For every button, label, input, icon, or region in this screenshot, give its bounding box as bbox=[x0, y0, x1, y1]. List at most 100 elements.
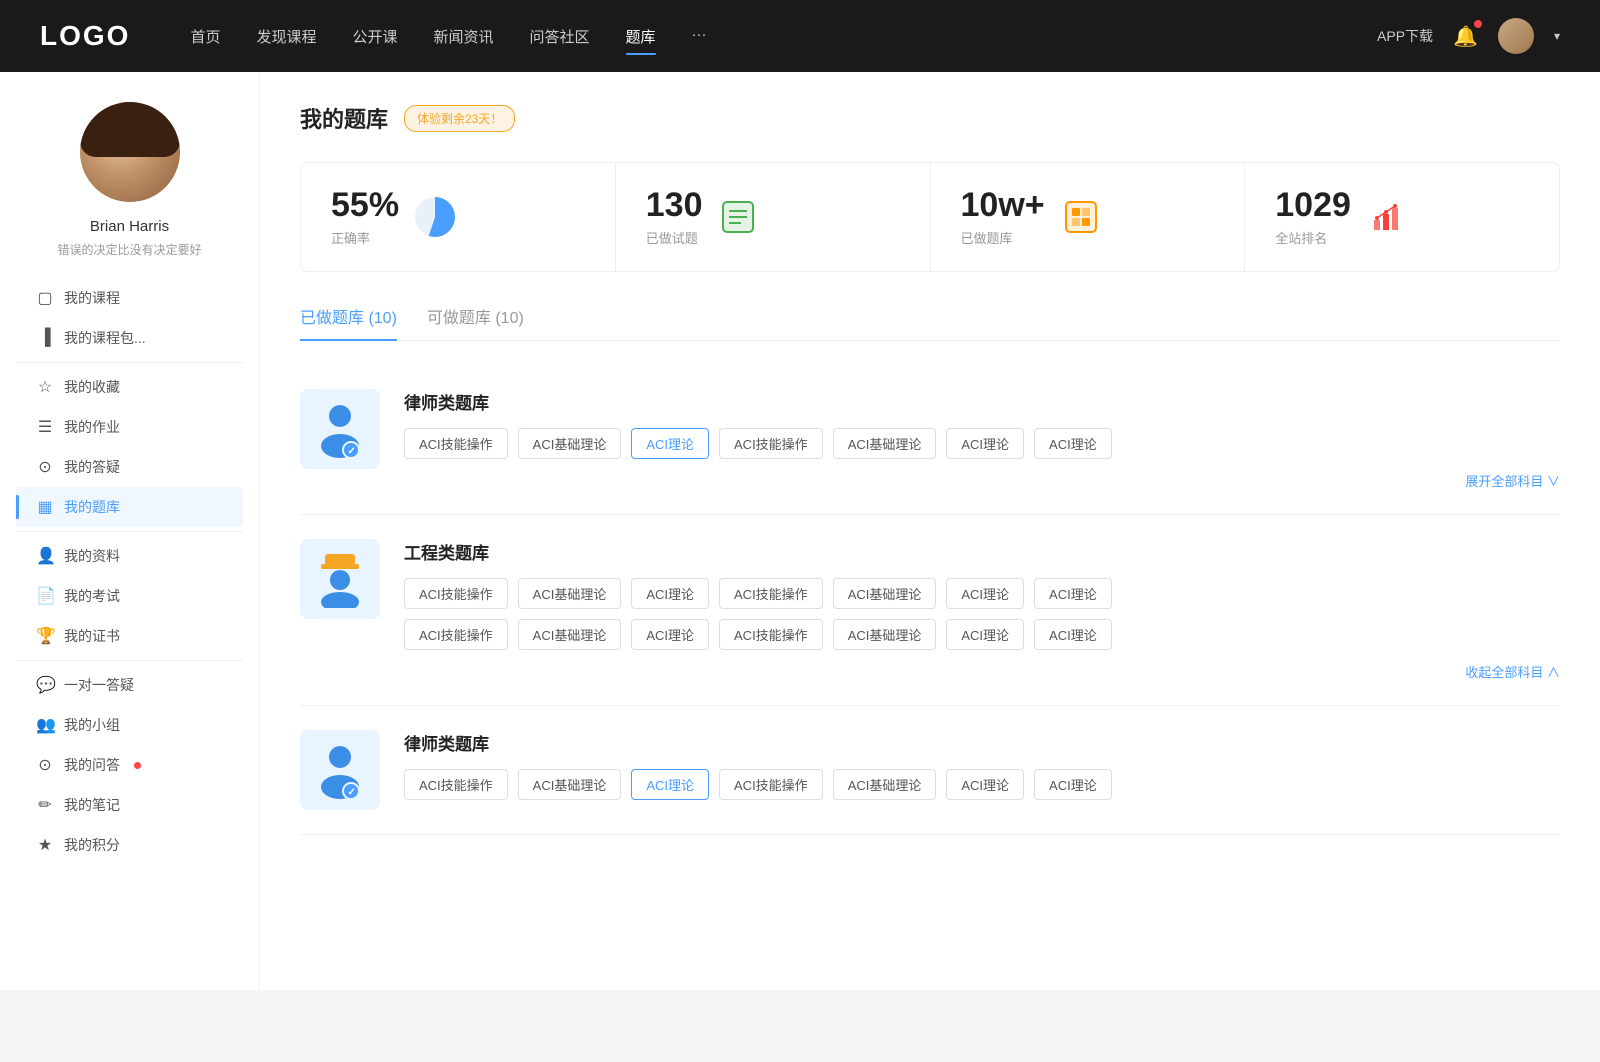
expand-link-lawyer-1[interactable]: 展开全部科目 ∨ bbox=[404, 471, 1560, 490]
nav-question-bank[interactable]: 题库 bbox=[626, 22, 656, 51]
bank-tag[interactable]: ACI基础理论 bbox=[518, 578, 622, 609]
nav-avatar[interactable] bbox=[1498, 18, 1534, 54]
sidebar-item-exam[interactable]: 📄 我的考试 bbox=[16, 576, 243, 616]
ranking-label: 全站排名 bbox=[1275, 228, 1351, 247]
bell-icon: 🔔 bbox=[1453, 26, 1478, 48]
sidebar-item-label: 我的答疑 bbox=[64, 457, 120, 477]
bank-tag[interactable]: ACI理论 bbox=[1034, 428, 1112, 459]
bank-tag[interactable]: ACI技能操作 bbox=[719, 428, 823, 459]
bank-info-engineer: 工程类题库 ACI技能操作 ACI基础理论 ACI理论 ACI技能操作 ACI基… bbox=[404, 539, 1560, 681]
bank-tags-lawyer-2: ACI技能操作 ACI基础理论 ACI理论 ACI技能操作 ACI基础理论 AC… bbox=[404, 769, 1560, 800]
nav-news[interactable]: 新闻资讯 bbox=[434, 22, 494, 51]
bank-tag[interactable]: ACI技能操作 bbox=[404, 428, 508, 459]
my-course-icon: ▢ bbox=[36, 288, 54, 308]
bank-tag[interactable]: ACI基础理论 bbox=[518, 428, 622, 459]
svg-text:✓: ✓ bbox=[348, 446, 356, 457]
bank-tag[interactable]: ACI理论 bbox=[946, 578, 1024, 609]
lawyer-person-icon: ✓ bbox=[313, 400, 367, 458]
bank-tag[interactable]: ACI理论 bbox=[631, 578, 709, 609]
nav-dropdown-arrow-icon[interactable]: ▾ bbox=[1554, 29, 1560, 43]
bank-tag[interactable]: ACI理论 bbox=[1034, 769, 1112, 800]
nav-discover[interactable]: 发现课程 bbox=[256, 22, 316, 51]
bank-tag[interactable]: ACI理论 bbox=[946, 769, 1024, 800]
sidebar-item-label: 一对一答疑 bbox=[64, 675, 134, 695]
trial-badge: 体验剩余23天！ bbox=[404, 105, 515, 132]
done-questions-label: 已做试题 bbox=[646, 228, 703, 247]
bank-tag[interactable]: ACI技能操作 bbox=[404, 769, 508, 800]
sidebar-item-certificate[interactable]: 🏆 我的证书 bbox=[16, 616, 243, 656]
bank-tag[interactable]: ACI理论 bbox=[1034, 619, 1112, 650]
group-icon: 👥 bbox=[36, 715, 54, 735]
sidebar-item-notes[interactable]: ✏ 我的笔记 bbox=[16, 785, 243, 825]
bank-tag[interactable]: ACI理论 bbox=[946, 428, 1024, 459]
exam-icon: 📄 bbox=[36, 586, 54, 606]
collapse-link-engineer[interactable]: 收起全部科目 ∧ bbox=[404, 662, 1560, 681]
stat-done-questions: 130 已做试题 bbox=[616, 163, 931, 271]
accuracy-label: 正确率 bbox=[331, 228, 399, 247]
bank-tag[interactable]: ACI基础理论 bbox=[833, 769, 937, 800]
bell-button[interactable]: 🔔 bbox=[1453, 24, 1478, 49]
page-header: 我的题库 体验剩余23天！ bbox=[300, 102, 1560, 134]
sidebar-item-profile[interactable]: 👤 我的资料 bbox=[16, 536, 243, 576]
bank-tag[interactable]: ACI基础理论 bbox=[833, 578, 937, 609]
page-layout: Brian Harris 错误的决定比没有决定要好 ▢ 我的课程 ▐ 我的课程包… bbox=[0, 72, 1600, 990]
bank-tag[interactable]: ACI技能操作 bbox=[404, 578, 508, 609]
bank-tag[interactable]: ACI基础理论 bbox=[833, 619, 937, 650]
tab-done-banks[interactable]: 已做题库 (10) bbox=[300, 304, 397, 340]
nav-open-course[interactable]: 公开课 bbox=[352, 22, 397, 51]
sidebar-menu: ▢ 我的课程 ▐ 我的课程包... ☆ 我的收藏 ☰ 我的作业 ⊙ 我的答疑 ▦ bbox=[0, 278, 259, 865]
sidebar-item-question-bank[interactable]: ▦ 我的题库 bbox=[16, 487, 243, 527]
bank-tag[interactable]: ACI理论 bbox=[1034, 578, 1112, 609]
sidebar-item-answer[interactable]: ⊙ 我的答疑 bbox=[16, 447, 243, 487]
sidebar-item-my-qa[interactable]: ⊙ 我的问答 bbox=[16, 745, 243, 785]
bank-tag[interactable]: ACI基础理论 bbox=[518, 769, 622, 800]
bank-item-lawyer-2: ✓ 律师类题库 ACI技能操作 ACI基础理论 ACI理论 ACI技能操作 AC… bbox=[300, 706, 1560, 835]
tab-available-banks[interactable]: 可做题库 (10) bbox=[427, 304, 524, 340]
bank-tag[interactable]: ACI理论 bbox=[946, 619, 1024, 650]
lawyer-icon-wrap-2: ✓ bbox=[300, 730, 380, 810]
sidebar-item-collection[interactable]: ☆ 我的收藏 bbox=[16, 367, 243, 407]
stats-row: 55% 正确率 130 已做试题 bbox=[300, 162, 1560, 272]
chat-icon: 💬 bbox=[36, 675, 54, 695]
bank-tag[interactable]: ACI基础理论 bbox=[518, 619, 622, 650]
qa-notification-badge bbox=[134, 762, 141, 769]
sidebar-item-label: 我的作业 bbox=[64, 417, 120, 437]
page-title: 我的题库 bbox=[300, 102, 388, 134]
stat-done-banks: 10w+ 已做题库 bbox=[931, 163, 1246, 271]
lawyer-icon-wrap: ✓ bbox=[300, 389, 380, 469]
bank-tag[interactable]: ACI基础理论 bbox=[833, 428, 937, 459]
bank-item-lawyer-1: ✓ 律师类题库 ACI技能操作 ACI基础理论 ACI理论 ACI技能操作 AC… bbox=[300, 365, 1560, 515]
engineer-icon-wrap bbox=[300, 539, 380, 619]
lawyer-person-icon-2: ✓ bbox=[313, 741, 367, 799]
logo[interactable]: LOGO bbox=[40, 20, 130, 52]
qa-icon: ⊙ bbox=[36, 755, 54, 775]
sidebar-item-1v1[interactable]: 💬 一对一答疑 bbox=[16, 665, 243, 705]
bank-tag[interactable]: ACI理论 bbox=[631, 619, 709, 650]
nav-more[interactable]: ··· bbox=[692, 22, 707, 51]
bank-tag-active[interactable]: ACI理论 bbox=[631, 769, 709, 800]
sidebar-item-label: 我的课程 bbox=[64, 288, 120, 308]
ranking-chart-icon bbox=[1367, 197, 1407, 237]
app-download-link[interactable]: APP下载 bbox=[1377, 26, 1433, 46]
sidebar-item-label: 我的小组 bbox=[64, 715, 120, 735]
bank-tag[interactable]: ACI技能操作 bbox=[719, 578, 823, 609]
sidebar-item-group[interactable]: 👥 我的小组 bbox=[16, 705, 243, 745]
question-icon: ⊙ bbox=[36, 457, 54, 477]
bank-tag[interactable]: ACI技能操作 bbox=[719, 769, 823, 800]
sidebar-item-label: 我的题库 bbox=[64, 497, 120, 517]
sidebar-item-points[interactable]: ★ 我的积分 bbox=[16, 825, 243, 865]
sidebar-item-my-course[interactable]: ▢ 我的课程 bbox=[16, 278, 243, 318]
sidebar-item-course-package[interactable]: ▐ 我的课程包... bbox=[16, 318, 243, 358]
nav-home[interactable]: 首页 bbox=[190, 22, 220, 51]
nav-qa[interactable]: 问答社区 bbox=[530, 22, 590, 51]
sidebar-item-homework[interactable]: ☰ 我的作业 bbox=[16, 407, 243, 447]
bank-tags-engineer-row2: ACI技能操作 ACI基础理论 ACI理论 ACI技能操作 ACI基础理论 AC… bbox=[404, 619, 1560, 650]
divider bbox=[16, 362, 243, 363]
bank-tag[interactable]: ACI技能操作 bbox=[404, 619, 508, 650]
bank-tag[interactable]: ACI技能操作 bbox=[719, 619, 823, 650]
done-banks-label: 已做题库 bbox=[961, 228, 1045, 247]
bank-info-lawyer-2: 律师类题库 ACI技能操作 ACI基础理论 ACI理论 ACI技能操作 ACI基… bbox=[404, 730, 1560, 800]
bank-tag-active[interactable]: ACI理论 bbox=[631, 428, 709, 459]
svg-text:✓: ✓ bbox=[348, 787, 356, 798]
bank-name-engineer: 工程类题库 bbox=[404, 539, 1560, 564]
